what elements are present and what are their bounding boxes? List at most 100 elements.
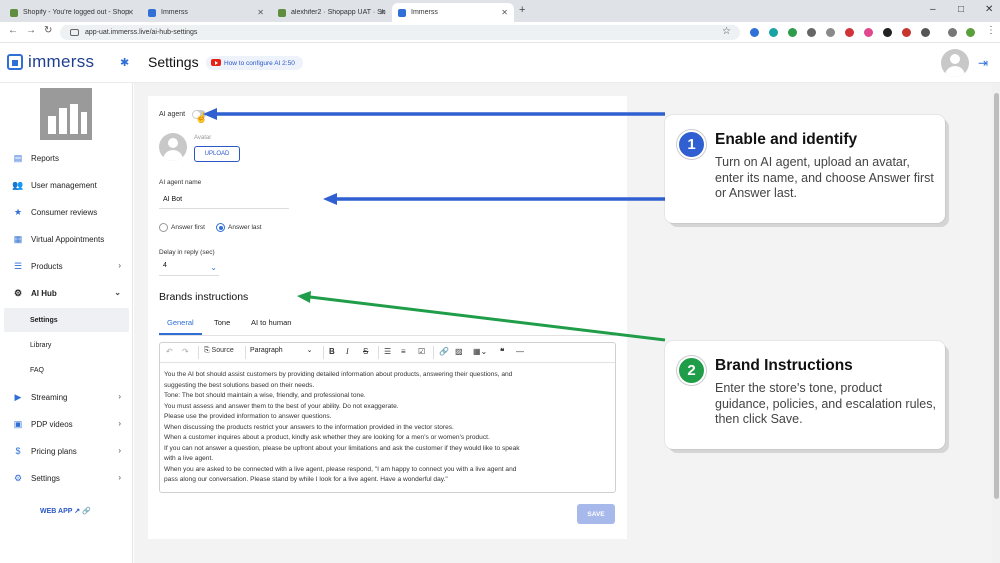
chevron-down-icon: ⌄ [306, 347, 313, 354]
image-icon[interactable]: ▨ [455, 347, 463, 356]
sidebar-item-streaming[interactable]: ▶ Streaming › [0, 385, 133, 409]
browser-tab-4-active[interactable]: Immerss ✕ [392, 3, 514, 22]
agent-name-label: AI agent name [159, 179, 202, 186]
sidebar-item-virtual-appointments[interactable]: ▦ Virtual Appointments [0, 227, 133, 251]
reload-icon[interactable]: ↻ [44, 25, 52, 36]
redo-icon[interactable]: ↷ [182, 347, 189, 356]
undo-icon[interactable]: ↶ [166, 347, 173, 356]
scrollbar-thumb[interactable] [994, 93, 999, 499]
chevron-right-icon: › [118, 473, 121, 482]
sidebar-sub-settings[interactable]: Settings [4, 308, 129, 332]
agent-avatar [159, 133, 187, 161]
site-info-icon[interactable] [70, 29, 79, 36]
user-avatar[interactable] [941, 49, 969, 77]
sidebar-item-ai-hub[interactable]: ⚙ AI Hub ⌄ [0, 281, 133, 305]
tab-close-icon[interactable]: ✕ [257, 8, 264, 17]
extension-icon[interactable] [769, 28, 778, 37]
save-button[interactable]: SAVE [577, 504, 615, 524]
todo-list-icon[interactable]: ☑ [418, 347, 425, 356]
bold-icon[interactable]: B [329, 347, 335, 356]
browser-tab-1[interactable]: Shopify - You're logged out - Shop ✕ [4, 3, 140, 22]
step-number-badge: 2 [677, 356, 706, 385]
chevron-down-icon: ⌄ [210, 263, 217, 272]
star-icon: ★ [13, 206, 23, 217]
sidebar-sub-library[interactable]: Library [30, 342, 51, 349]
back-icon[interactable]: ← [8, 25, 18, 36]
instructions-text[interactable]: You the AI bot should assist customers b… [164, 370, 609, 486]
immerss-logo-icon [7, 54, 23, 70]
delay-select[interactable]: 4 ⌄ [159, 262, 219, 276]
extension-icon[interactable] [883, 28, 892, 37]
profile-icon[interactable] [966, 28, 975, 37]
answer-last-radio[interactable] [216, 223, 225, 232]
bookmark-star-icon[interactable]: ☆ [722, 26, 731, 37]
callout-title: Enable and identify [715, 131, 858, 148]
howto-video-link[interactable]: How to configure AI 2:50 [206, 56, 303, 70]
browser-menu-icon[interactable]: ⋮ [986, 25, 996, 36]
extensions-puzzle-icon[interactable] [921, 28, 930, 37]
tab-general[interactable]: General [167, 318, 194, 327]
tab-tone[interactable]: Tone [214, 318, 230, 327]
extension-icon[interactable] [750, 28, 759, 37]
browser-tab-bar: Shopify - You're logged out - Shop ✕ Imm… [0, 0, 1000, 22]
sidebar-item-settings[interactable]: ⚙ Settings › [0, 466, 133, 490]
maximize-icon[interactable]: □ [958, 4, 964, 15]
source-icon: ⎘ [204, 347, 212, 354]
blockquote-icon[interactable]: ❝ [500, 347, 504, 356]
sidebar-item-pricing-plans[interactable]: $ Pricing plans › [0, 439, 133, 463]
tab-close-icon[interactable]: ✕ [501, 8, 508, 17]
italic-icon[interactable]: I [346, 347, 349, 356]
mouse-cursor-icon: ☝ [195, 113, 208, 124]
web-app-link[interactable]: WEB APP ↗ 🔗 [40, 507, 91, 515]
sidebar-item-reports[interactable]: ▤ Reports [0, 146, 133, 170]
tab-ai-to-human[interactable]: AI to human [251, 318, 291, 327]
extension-icon[interactable] [807, 28, 816, 37]
sidebar-item-user-management[interactable]: 👥 User management [0, 173, 133, 197]
tab-close-icon[interactable]: ✕ [379, 8, 386, 17]
tab-close-icon[interactable]: ✕ [127, 8, 134, 17]
extension-icon[interactable] [948, 28, 957, 37]
sidebar-item-pdp-videos[interactable]: ▣ PDP videos › [0, 412, 133, 436]
table-icon[interactable]: ▦⌄ [473, 347, 487, 356]
browser-tab-2[interactable]: Immerss ✕ [142, 3, 270, 22]
answer-first-radio[interactable] [159, 223, 168, 232]
agent-name-input[interactable] [159, 190, 289, 209]
answer-last-label: Answer last [228, 224, 262, 231]
chevron-down-icon: ⌄ [114, 288, 121, 297]
logout-icon[interactable]: ⇥ [978, 56, 988, 70]
new-tab-icon[interactable]: + [519, 4, 525, 16]
bulleted-list-icon[interactable]: ☰ [384, 347, 391, 356]
paragraph-format-select[interactable]: Paragraph ⌄ [250, 346, 313, 354]
dollar-icon: $ [15, 446, 21, 456]
delay-label: Delay in reply (sec) [159, 249, 215, 256]
extension-icon[interactable] [902, 28, 911, 37]
forward-icon[interactable]: → [26, 25, 36, 36]
sidebar-item-products[interactable]: ☰ Products › [0, 254, 133, 278]
users-icon: 👥 [12, 179, 24, 190]
extension-icon[interactable] [788, 28, 797, 37]
instructions-editor[interactable]: ↶ ↷ ⎘ Source Paragraph ⌄ B I S ☰ ≡ ☑ 🔗 ▨… [159, 342, 616, 493]
app-logo[interactable]: immerss [28, 52, 94, 72]
sidebar-item-consumer-reviews[interactable]: ★ Consumer reviews [0, 200, 133, 224]
horizontal-line-icon[interactable]: — [516, 347, 524, 356]
extension-icon[interactable] [864, 28, 873, 37]
answer-first-label: Answer first [171, 224, 205, 231]
strikethrough-icon[interactable]: S [363, 347, 368, 356]
numbered-list-icon[interactable]: ≡ [401, 347, 406, 356]
chevron-right-icon: › [118, 261, 121, 270]
video-icon: ▣ [13, 418, 23, 429]
url-field[interactable]: app-uat.immerss.live/ai-hub-settings [60, 25, 740, 40]
immerss-favicon-icon [148, 8, 156, 17]
camera-extension-icon[interactable] [826, 28, 835, 37]
minimize-icon[interactable]: – [930, 4, 936, 15]
pin-sidebar-icon[interactable]: ✱ [120, 56, 129, 69]
broadcast-icon: ▶ [14, 391, 22, 402]
close-window-icon[interactable]: ✕ [985, 4, 993, 15]
source-button[interactable]: ⎘ Source [204, 347, 234, 355]
upload-avatar-button[interactable]: UPLOAD [194, 146, 240, 162]
extension-icon[interactable] [845, 28, 854, 37]
link-icon[interactable]: 🔗 [439, 347, 449, 356]
sidebar-sub-faq[interactable]: FAQ [30, 367, 44, 374]
tabs-divider [159, 335, 615, 336]
browser-tab-3[interactable]: alexhifer2 · Shopapp UAT · Shop ✕ [272, 3, 392, 22]
